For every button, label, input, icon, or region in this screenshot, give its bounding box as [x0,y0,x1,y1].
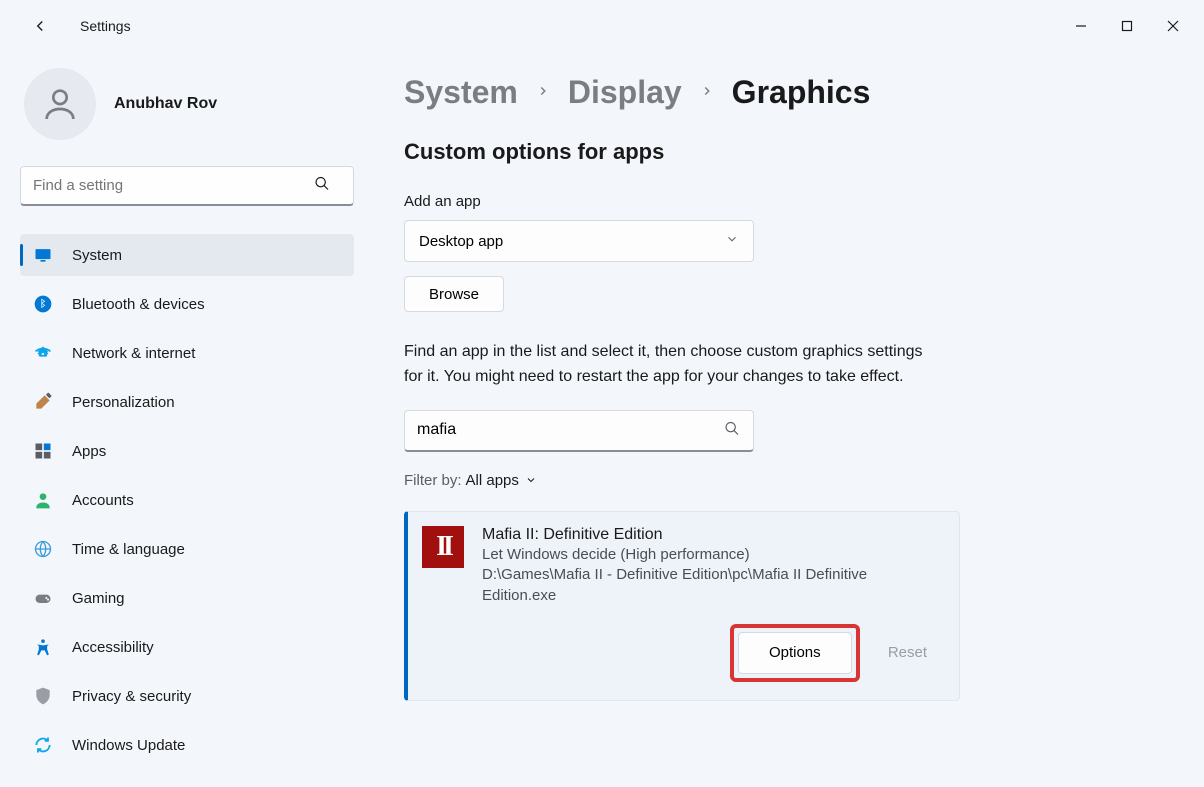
nav-label: Time & language [72,541,185,558]
chevron-down-icon [525,474,537,486]
nav-label: Apps [72,443,106,460]
app-search-input[interactable] [404,410,754,452]
sidebar-item-apps[interactable]: Apps [20,430,354,472]
nav-label: Network & internet [72,345,195,362]
app-path: D:\Games\Mafia II - Definitive Edition\p… [482,564,939,606]
options-highlight: Options [730,624,860,682]
sidebar-item-time[interactable]: Time & language [20,528,354,570]
nav-label: Privacy & security [72,688,191,705]
monitor-icon [32,244,54,266]
filter-dropdown[interactable]: All apps [466,472,537,489]
sidebar-item-update[interactable]: Windows Update [20,724,354,766]
app-info: Mafia II: Definitive Edition Let Windows… [482,526,939,606]
app-card[interactable]: II Mafia II: Definitive Edition Let Wind… [404,511,960,701]
nav-label: Personalization [72,394,175,411]
gamepad-icon [32,587,54,609]
chevron-right-icon [700,81,714,104]
profile-block[interactable]: Anubhav Rov [20,68,354,140]
app-preference: Let Windows decide (High performance) [482,546,939,563]
chevron-right-icon [536,81,550,104]
search-box [20,166,354,206]
titlebar: Settings [0,0,1204,52]
filter-row: Filter by: All apps [404,472,1144,489]
breadcrumb-display[interactable]: Display [568,74,682,111]
options-button[interactable]: Options [738,632,852,674]
sidebar-item-system[interactable]: System [20,234,354,276]
sidebar: Anubhav Rov System Bluetooth & devices N… [0,52,370,787]
nav-label: Windows Update [72,737,185,754]
search-input[interactable] [20,166,354,206]
sidebar-item-gaming[interactable]: Gaming [20,577,354,619]
browse-button[interactable]: Browse [404,276,504,312]
wifi-icon [32,342,54,364]
app-title: Settings [80,18,131,34]
sidebar-item-network[interactable]: Network & internet [20,332,354,374]
apps-icon [32,440,54,462]
add-app-label: Add an app [404,193,1144,210]
breadcrumb-current: Graphics [732,74,871,111]
app-icon: II [422,526,464,568]
avatar [24,68,96,140]
nav-label: System [72,247,122,264]
filter-prefix: Filter by: [404,472,462,489]
nav-label: Accessibility [72,639,154,656]
sidebar-item-accounts[interactable]: Accounts [20,479,354,521]
window-controls [1058,10,1196,42]
profile-name: Anubhav Rov [114,95,217,113]
content: System Display Graphics Custom options f… [370,52,1204,787]
app-search-box [404,410,754,452]
sidebar-item-bluetooth[interactable]: Bluetooth & devices [20,283,354,325]
section-title: Custom options for apps [404,139,1144,165]
shield-icon [32,685,54,707]
sidebar-item-accessibility[interactable]: Accessibility [20,626,354,668]
update-icon [32,734,54,756]
globe-icon [32,538,54,560]
reset-button[interactable]: Reset [888,644,927,661]
maximize-button[interactable] [1104,10,1150,42]
person-icon [32,489,54,511]
minimize-button[interactable] [1058,10,1104,42]
sidebar-item-personalization[interactable]: Personalization [20,381,354,423]
search-icon[interactable] [724,420,740,441]
nav-list: System Bluetooth & devices Network & int… [20,234,354,766]
app-type-dropdown[interactable]: Desktop app [404,220,754,262]
chevron-down-icon [725,232,739,250]
breadcrumb: System Display Graphics [404,74,1144,111]
search-icon [314,176,330,197]
sidebar-item-privacy[interactable]: Privacy & security [20,675,354,717]
back-button[interactable] [20,6,60,46]
dropdown-value: Desktop app [419,233,503,250]
breadcrumb-system[interactable]: System [404,74,518,111]
accessibility-icon [32,636,54,658]
nav-label: Bluetooth & devices [72,296,205,313]
close-button[interactable] [1150,10,1196,42]
nav-label: Accounts [72,492,134,509]
help-text: Find an app in the list and select it, t… [404,340,934,390]
nav-label: Gaming [72,590,125,607]
bluetooth-icon [32,293,54,315]
app-name: Mafia II: Definitive Edition [482,526,939,544]
brush-icon [32,391,54,413]
